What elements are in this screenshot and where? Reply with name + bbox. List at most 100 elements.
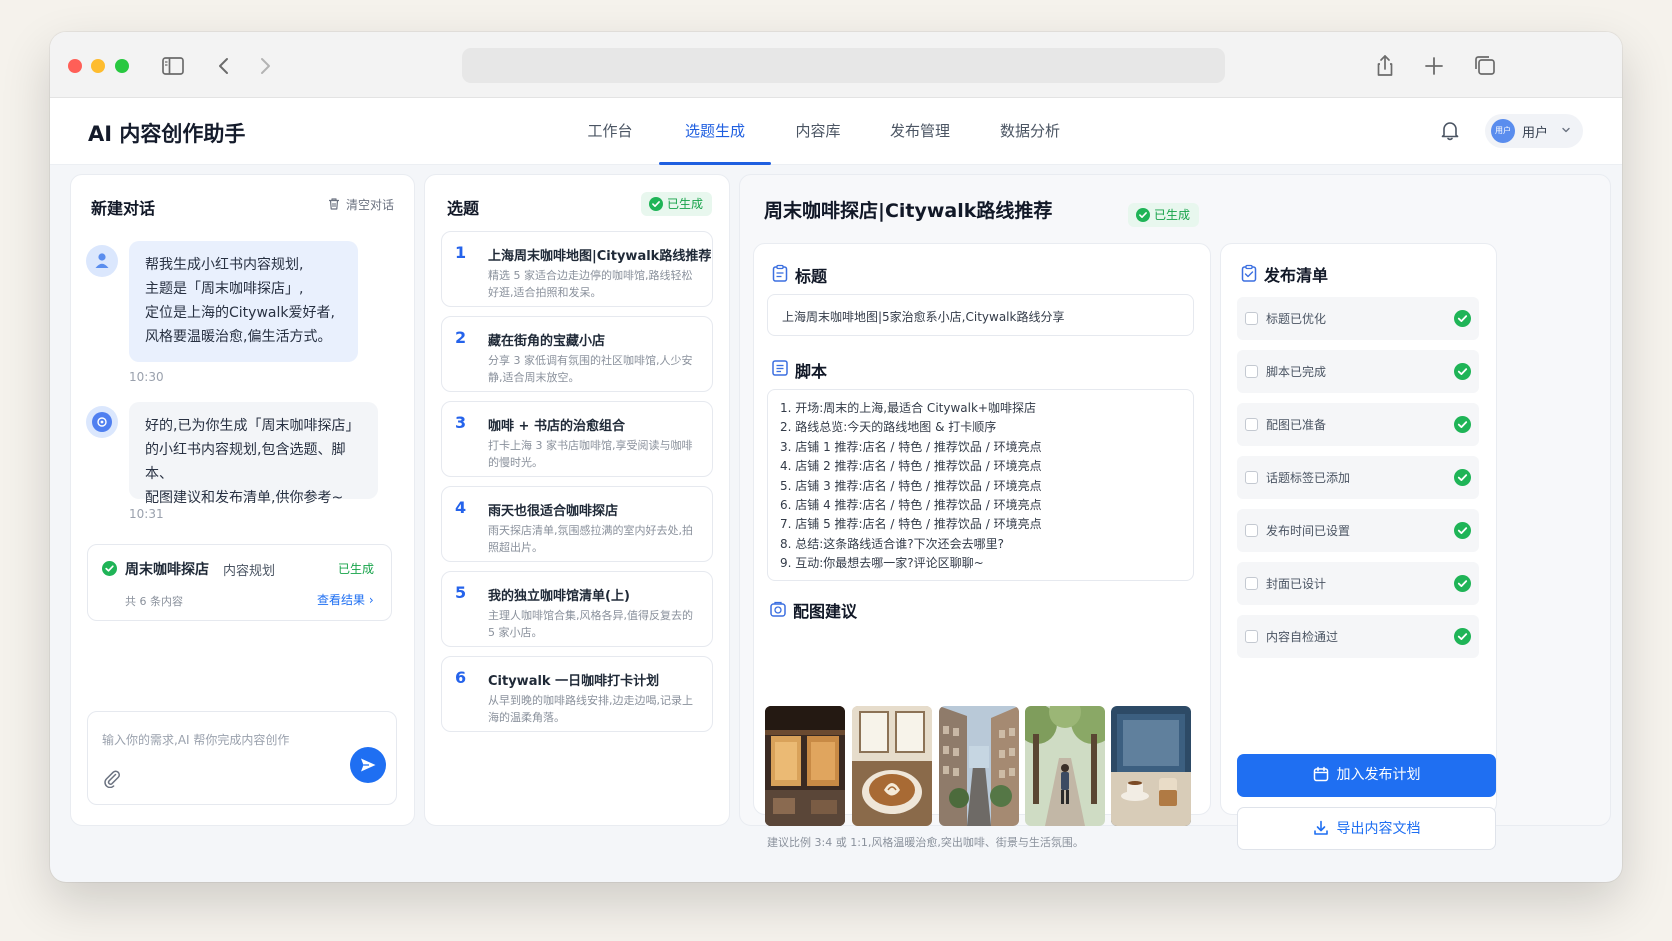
clipboard-icon	[772, 264, 788, 282]
checkbox[interactable]	[1245, 365, 1258, 378]
topic-description: 雨天探店清单,氛围感拉满的室内好去处,拍照超出片。	[488, 524, 693, 554]
script-line: 4. 店铺 2 推荐:店名 / 特色 / 推荐饮品 / 环境亮点	[780, 459, 1042, 474]
document-list-icon	[772, 360, 788, 376]
ai-bot-icon	[92, 412, 112, 432]
topic-item[interactable]: 4 雨天也很适合咖啡探店 雨天探店清单,氛围感拉满的室内好去处,拍照超出片。	[441, 486, 713, 562]
checklist-item[interactable]: 封面已设计	[1237, 562, 1479, 605]
topic-item[interactable]: 3 咖啡 + 书店的治愈组合 打卡上海 3 家书店咖啡馆,享受阅读与咖啡的慢时光…	[441, 401, 713, 477]
chat-title: 新建对话	[91, 199, 156, 218]
address-bar[interactable]	[462, 48, 1225, 83]
cafe-window-photo[interactable]	[1111, 706, 1191, 826]
user-avatar	[86, 245, 118, 277]
user-message: 帮我生成小红书内容规划, 主题是「周末咖啡探店」, 定位是上海的Citywalk…	[129, 241, 358, 362]
checklist-item[interactable]: 脚本已完成	[1237, 350, 1479, 393]
title-value: 上海周末咖啡地图|5家治愈系小店,Citywalk路线分享	[782, 310, 1065, 324]
checkbox[interactable]	[1245, 630, 1258, 643]
user-message-line: 帮我生成小红书内容规划,	[145, 257, 304, 273]
ai-message: 好的,已为你生成「周末咖啡探店」 的小红书内容规划,包含选题、脚本、 配图建议和…	[129, 402, 378, 506]
publish-checklist: 发布清单 标题已优化 脚本已完成 配图已准备 话题标签已添加 发布时间已设置 封…	[1220, 243, 1497, 850]
back-arrow-icon[interactable]	[210, 52, 238, 80]
chat-input-box[interactable]: 输入你的需求,AI 帮你完成内容创作	[87, 711, 397, 805]
checklist-item[interactable]: 配图已准备	[1237, 403, 1479, 446]
user-menu[interactable]: 用户 用户	[1485, 114, 1583, 148]
paperclip-icon[interactable]	[102, 768, 122, 788]
download-icon	[1313, 820, 1328, 835]
check-circle-icon	[1454, 363, 1471, 380]
plan-status: 已生成	[338, 562, 375, 576]
topic-title: 雨天也很适合咖啡探店	[488, 504, 619, 519]
plan-name: 周末咖啡探店	[125, 562, 209, 578]
tab-workbench[interactable]: 工作台	[580, 98, 640, 165]
browser-window: AI 内容创作助手 工作台 选题生成 内容库 发布管理 数据分析 用户 用户 新…	[50, 32, 1622, 882]
checklist-item-label: 发布时间已设置	[1266, 524, 1351, 538]
title-field[interactable]: 上海周末咖啡地图|5家治愈系小店,Citywalk路线分享	[767, 294, 1194, 336]
user-name: 用户	[1522, 126, 1549, 141]
checklist-item-label: 封面已设计	[1266, 577, 1327, 591]
checkbox[interactable]	[1245, 524, 1258, 537]
script-line: 5. 店铺 3 推荐:店名 / 特色 / 推荐饮品 / 环境亮点	[780, 478, 1042, 493]
chat-panel: 新建对话 清空对话 帮我生成小红书内容规划, 主题是「周末咖啡探店」, 定位是上…	[70, 174, 415, 826]
topic-item[interactable]: 2 藏在街角的宝藏小店 分享 3 家低调有氛围的社区咖啡馆,人少安静,适合周末放…	[441, 316, 713, 392]
tab-data-analytics[interactable]: 数据分析	[990, 98, 1070, 165]
send-button[interactable]	[350, 747, 386, 783]
calendar-icon	[1313, 766, 1328, 782]
checkbox[interactable]	[1245, 577, 1258, 590]
latte-art-photo[interactable]	[852, 706, 932, 826]
forward-arrow-icon[interactable]	[251, 52, 279, 80]
user-message-time: 10:30	[129, 370, 164, 384]
walking-person-photo[interactable]	[1025, 706, 1105, 826]
check-circle-icon	[649, 197, 663, 211]
topic-description: 从早到晚的咖啡路线安排,边走边喝,记录上海的温柔角落。	[488, 694, 693, 724]
topic-item[interactable]: 1 上海周末咖啡地图|Citywalk路线推荐 精选 5 家适合边走边停的咖啡馆…	[441, 231, 713, 307]
sidebar-toggle-icon[interactable]	[159, 52, 187, 80]
tab-content-library[interactable]: 内容库	[788, 98, 848, 165]
checklist-item[interactable]: 话题标签已添加	[1237, 456, 1479, 499]
view-results-link[interactable]: 查看结果 ›	[317, 591, 374, 608]
script-box[interactable]: 1. 开场:周末的上海,最适合 Citywalk+咖啡探店 2. 路线总览:今天…	[767, 389, 1194, 581]
checkbox[interactable]	[1245, 471, 1258, 484]
checklist-item[interactable]: 发布时间已设置	[1237, 509, 1479, 552]
user-message-line: 主题是「周末咖啡探店」,	[145, 281, 304, 297]
tab-topic-generation[interactable]: 选题生成	[659, 98, 771, 165]
minimize-window-button[interactable]	[91, 59, 105, 73]
street-view-photo[interactable]	[939, 706, 1019, 826]
script-line: 8. 总结:这条路线适合谁?下次还会去哪里?	[780, 536, 1005, 551]
check-circle-icon	[1454, 469, 1471, 486]
new-tab-icon[interactable]	[1420, 52, 1448, 80]
script-line: 9. 互动:你最想去哪一家?评论区聊聊~	[780, 556, 984, 571]
script-line: 1. 开场:周末的上海,最适合 Citywalk+咖啡探店	[780, 401, 1036, 415]
avatar: 用户	[1491, 119, 1515, 143]
checklist-item-label: 标题已优化	[1266, 312, 1327, 326]
user-message-line: 定位是上海的Citywalk爱好者,	[145, 305, 335, 321]
user-message-line: 风格要温暖治愈,偏生活方式。	[145, 329, 332, 345]
topic-number: 5	[455, 583, 467, 602]
close-window-button[interactable]	[68, 59, 82, 73]
clear-chat-label: 清空对话	[346, 198, 395, 212]
add-to-publish-plan-button[interactable]: 加入发布计划	[1237, 754, 1496, 797]
script-section-label: 脚本	[795, 362, 828, 381]
cafe-storefront-photo[interactable]	[765, 706, 845, 826]
topic-description: 主理人咖啡馆合集,风格各异,值得反复去的 5 家小店。	[488, 609, 693, 639]
topic-title: 上海周末咖啡地图|Citywalk路线推荐	[488, 249, 712, 264]
checklist-item[interactable]: 内容自检通过	[1237, 615, 1479, 658]
topic-item[interactable]: 6 Citywalk 一日咖啡打卡计划 从早到晚的咖啡路线安排,边走边喝,记录上…	[441, 656, 713, 732]
tab-overview-icon[interactable]	[1471, 52, 1499, 80]
notification-bell-icon[interactable]	[1438, 118, 1462, 142]
export-document-button[interactable]: 导出内容文档	[1237, 807, 1496, 850]
share-icon[interactable]	[1371, 52, 1399, 80]
chat-input-placeholder[interactable]: 输入你的需求,AI 帮你完成内容创作	[102, 731, 289, 748]
checkbox[interactable]	[1245, 312, 1258, 325]
tab-publish-management[interactable]: 发布管理	[880, 98, 960, 165]
topic-item[interactable]: 5 我的独立咖啡馆清单(上) 主理人咖啡馆合集,风格各异,值得反复去的 5 家小…	[441, 571, 713, 647]
add-to-publish-plan-label: 加入发布计划	[1336, 767, 1421, 783]
detail-status-label: 已生成	[1154, 208, 1191, 222]
checkbox[interactable]	[1245, 418, 1258, 431]
image-suggestion-icon	[770, 601, 786, 617]
topic-number: 4	[455, 498, 467, 517]
checklist-item-label: 配图已准备	[1266, 418, 1327, 432]
plan-result-card[interactable]: 周末咖啡探店 内容规划 已生成 共 6 条内容 查看结果 ›	[87, 544, 392, 621]
checklist-item[interactable]: 标题已优化	[1237, 297, 1479, 340]
checklist-item-label: 话题标签已添加	[1266, 471, 1351, 485]
maximize-window-button[interactable]	[115, 59, 129, 73]
topic-description: 精选 5 家适合边走边停的咖啡馆,路线轻松好逛,适合拍照和发呆。	[488, 269, 693, 299]
